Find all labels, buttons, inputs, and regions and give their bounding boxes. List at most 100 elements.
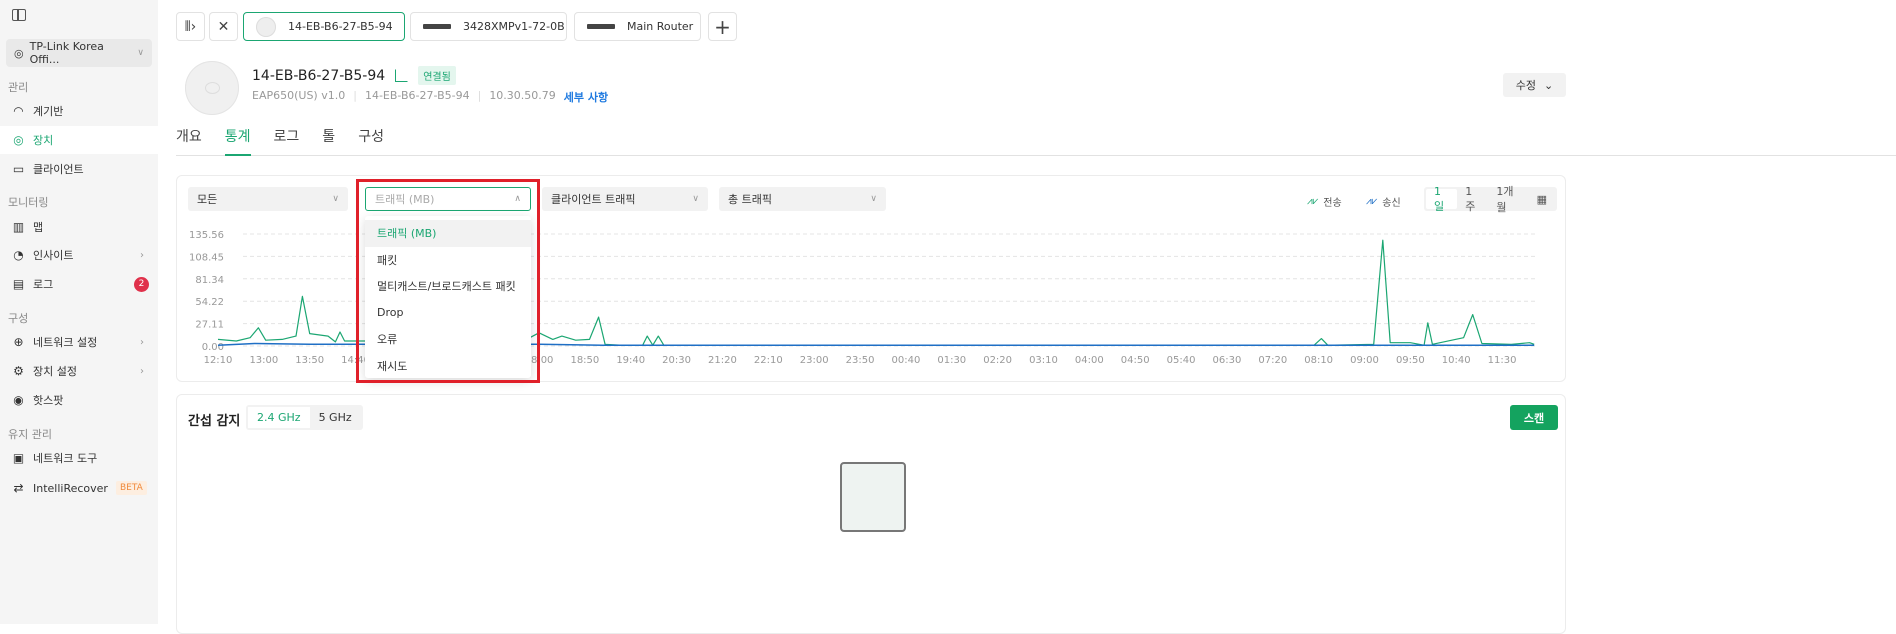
sidebar-toggle-icon[interactable] [12, 9, 26, 21]
tab-bar: 개요 통계 로그 톨 구성 [176, 126, 1896, 156]
x-tick-label: 01:30 [937, 355, 966, 366]
recover-icon: ⇄ [13, 481, 24, 495]
chevron-right-icon: › [140, 249, 144, 261]
close-icon: ✕ [217, 18, 230, 35]
scan-button[interactable]: 스캔 [1510, 405, 1558, 430]
x-tick-label: 04:50 [1121, 355, 1150, 366]
x-tick-label: 02:20 [983, 355, 1012, 366]
chevron-down-icon: ∨ [870, 194, 877, 204]
label: 핫스팟 [33, 394, 64, 407]
label: 장치 설정 [33, 365, 77, 378]
edit-button[interactable]: 수정 ⌄ [1503, 73, 1566, 97]
insight-icon: ◔ [13, 248, 24, 262]
value: 클라이언트 트래픽 [551, 193, 636, 206]
chevron-right-icon: › [140, 365, 144, 377]
y-tick-label: 54.22 [195, 297, 224, 308]
label: 맵 [33, 221, 44, 234]
x-tick-label: 05:40 [1167, 355, 1196, 366]
dashboard-icon: ◠ [13, 104, 24, 118]
band-5ghz[interactable]: 5 GHz [310, 407, 361, 428]
y-tick-label: 0.00 [202, 342, 224, 353]
location-icon: ◎ [14, 46, 24, 60]
legend-transmit[interactable]: ⩘⩗ 전송 [1307, 194, 1342, 209]
globe-icon: ⊕ [13, 335, 24, 349]
close-button[interactable]: ✕ [209, 12, 238, 41]
device-image [185, 61, 239, 115]
range-1day[interactable]: 1일 [1426, 185, 1458, 213]
empty-clipboard-illustration [840, 462, 906, 532]
sidebar-item-device-settings[interactable]: ⚙ 장치 설정 › [0, 357, 158, 385]
total-select[interactable]: 총 트래픽 ∨ [719, 187, 886, 211]
chevron-right-icon: › [140, 336, 144, 348]
details-link[interactable]: 세부 사항 [564, 89, 608, 105]
y-tick-label: 135.56 [189, 230, 224, 241]
sidebar-item-network-tools[interactable]: ▣ 네트워크 도구 [0, 444, 158, 472]
device-tab-ap[interactable]: 14-EB-B6-27-B5-94 [243, 12, 405, 41]
device-meta: EAP650(US) v1.0 | 14-EB-B6-27-B5-94 | 10.30.… [252, 89, 609, 105]
legend-send[interactable]: ⩘⩗ 송신 [1366, 194, 1401, 209]
plus-icon: + [714, 14, 731, 39]
tab-label: 3428XMPv1-72-0B [463, 20, 565, 33]
legend-label: 송신 [1382, 198, 1401, 209]
add-tab-button[interactable]: + [708, 12, 737, 41]
sidebar-item-devices[interactable]: ◎ 장치 [0, 126, 158, 154]
tab-config[interactable]: 구성 [358, 126, 384, 156]
x-tick-label: 11:30 [1488, 355, 1517, 366]
x-tick-label: 19:40 [616, 355, 645, 366]
label: 계기반 [33, 105, 64, 118]
label: 인사이트 [33, 249, 74, 262]
tab-overview[interactable]: 개요 [176, 126, 202, 156]
tab-log[interactable]: 로그 [274, 126, 300, 156]
x-tick-label: 08:10 [1304, 355, 1333, 366]
tab-label: Main Router [627, 20, 694, 33]
y-tick-label: 108.45 [189, 252, 224, 263]
x-tick-label: 09:50 [1396, 355, 1425, 366]
sidebar-item-hotspot[interactable]: ◉ 핫스팟 [0, 386, 158, 414]
legend-label: 전송 [1323, 198, 1342, 209]
device-tab-router[interactable]: Main Router [574, 12, 701, 41]
x-tick-label: 13:50 [295, 355, 324, 366]
sidebar-item-map[interactable]: ▥ 맵 [0, 213, 158, 241]
sidebar-item-log[interactable]: ▤ 로그 2 [0, 270, 158, 298]
expand-panel-button[interactable]: ⫴› [176, 12, 205, 41]
sidebar-item-intellirecover[interactable]: ⇄ IntelliRecover BETA [0, 474, 158, 502]
range-1week[interactable]: 1주 [1457, 185, 1488, 213]
log-count-badge: 2 [134, 276, 149, 292]
calendar-icon[interactable]: ▦ [1529, 189, 1555, 209]
x-tick-label: 22:10 [754, 355, 783, 366]
chevron-down-icon: ∨ [137, 48, 144, 58]
switch-icon [423, 24, 451, 29]
value: 모든 [197, 193, 218, 206]
band-select[interactable]: 모든 ∨ [188, 187, 348, 211]
label: 로그 [33, 278, 54, 291]
x-tick-label: 03:10 [1029, 355, 1058, 366]
x-tick-label: 04:00 [1075, 355, 1104, 366]
label: 네트워크 도구 [33, 452, 98, 465]
model: EAP650(US) v1.0 [252, 89, 346, 102]
x-tick-label: 00:40 [891, 355, 920, 366]
ap-icon [256, 16, 276, 37]
router-icon [587, 24, 615, 29]
x-tick-label: 23:00 [800, 355, 829, 366]
device-settings-icon: ⚙ [13, 364, 24, 378]
x-tick-label: 13:00 [249, 355, 278, 366]
x-tick-label: 12:10 [204, 355, 233, 366]
sidebar: ◎ TP-Link Korea Offi... ∨ 관리 ◠ 계기반 ◎ 장치 ▭ 클라이… [0, 0, 158, 624]
label: 장치 [33, 134, 54, 147]
device-tab-switch[interactable]: 3428XMPv1-72-0B [410, 12, 567, 41]
x-tick-label: 07:20 [1258, 355, 1287, 366]
sidebar-item-clients[interactable]: ▭ 클라이언트 [0, 155, 158, 183]
sidebar-item-insight[interactable]: ◔ 인사이트 › [0, 241, 158, 269]
sidebar-item-network-settings[interactable]: ⊕ 네트워크 설정 › [0, 328, 158, 356]
range-1month[interactable]: 1개월 [1488, 185, 1528, 214]
beta-badge: BETA [115, 481, 147, 495]
client-select[interactable]: 클라이언트 트래픽 ∨ [542, 187, 708, 211]
sidebar-item-dashboard[interactable]: ◠ 계기반 [0, 97, 158, 125]
tab-statistics[interactable]: 통계 [224, 126, 251, 156]
hotspot-icon: ◉ [13, 393, 24, 407]
site-selector[interactable]: ◎ TP-Link Korea Offi... ∨ [6, 39, 152, 67]
interference-title: 간섭 감지 [188, 414, 241, 429]
tab-tools[interactable]: 톨 [322, 126, 335, 156]
edit-icon[interactable] [395, 69, 409, 82]
band-24ghz[interactable]: 2.4 GHz [248, 407, 310, 428]
